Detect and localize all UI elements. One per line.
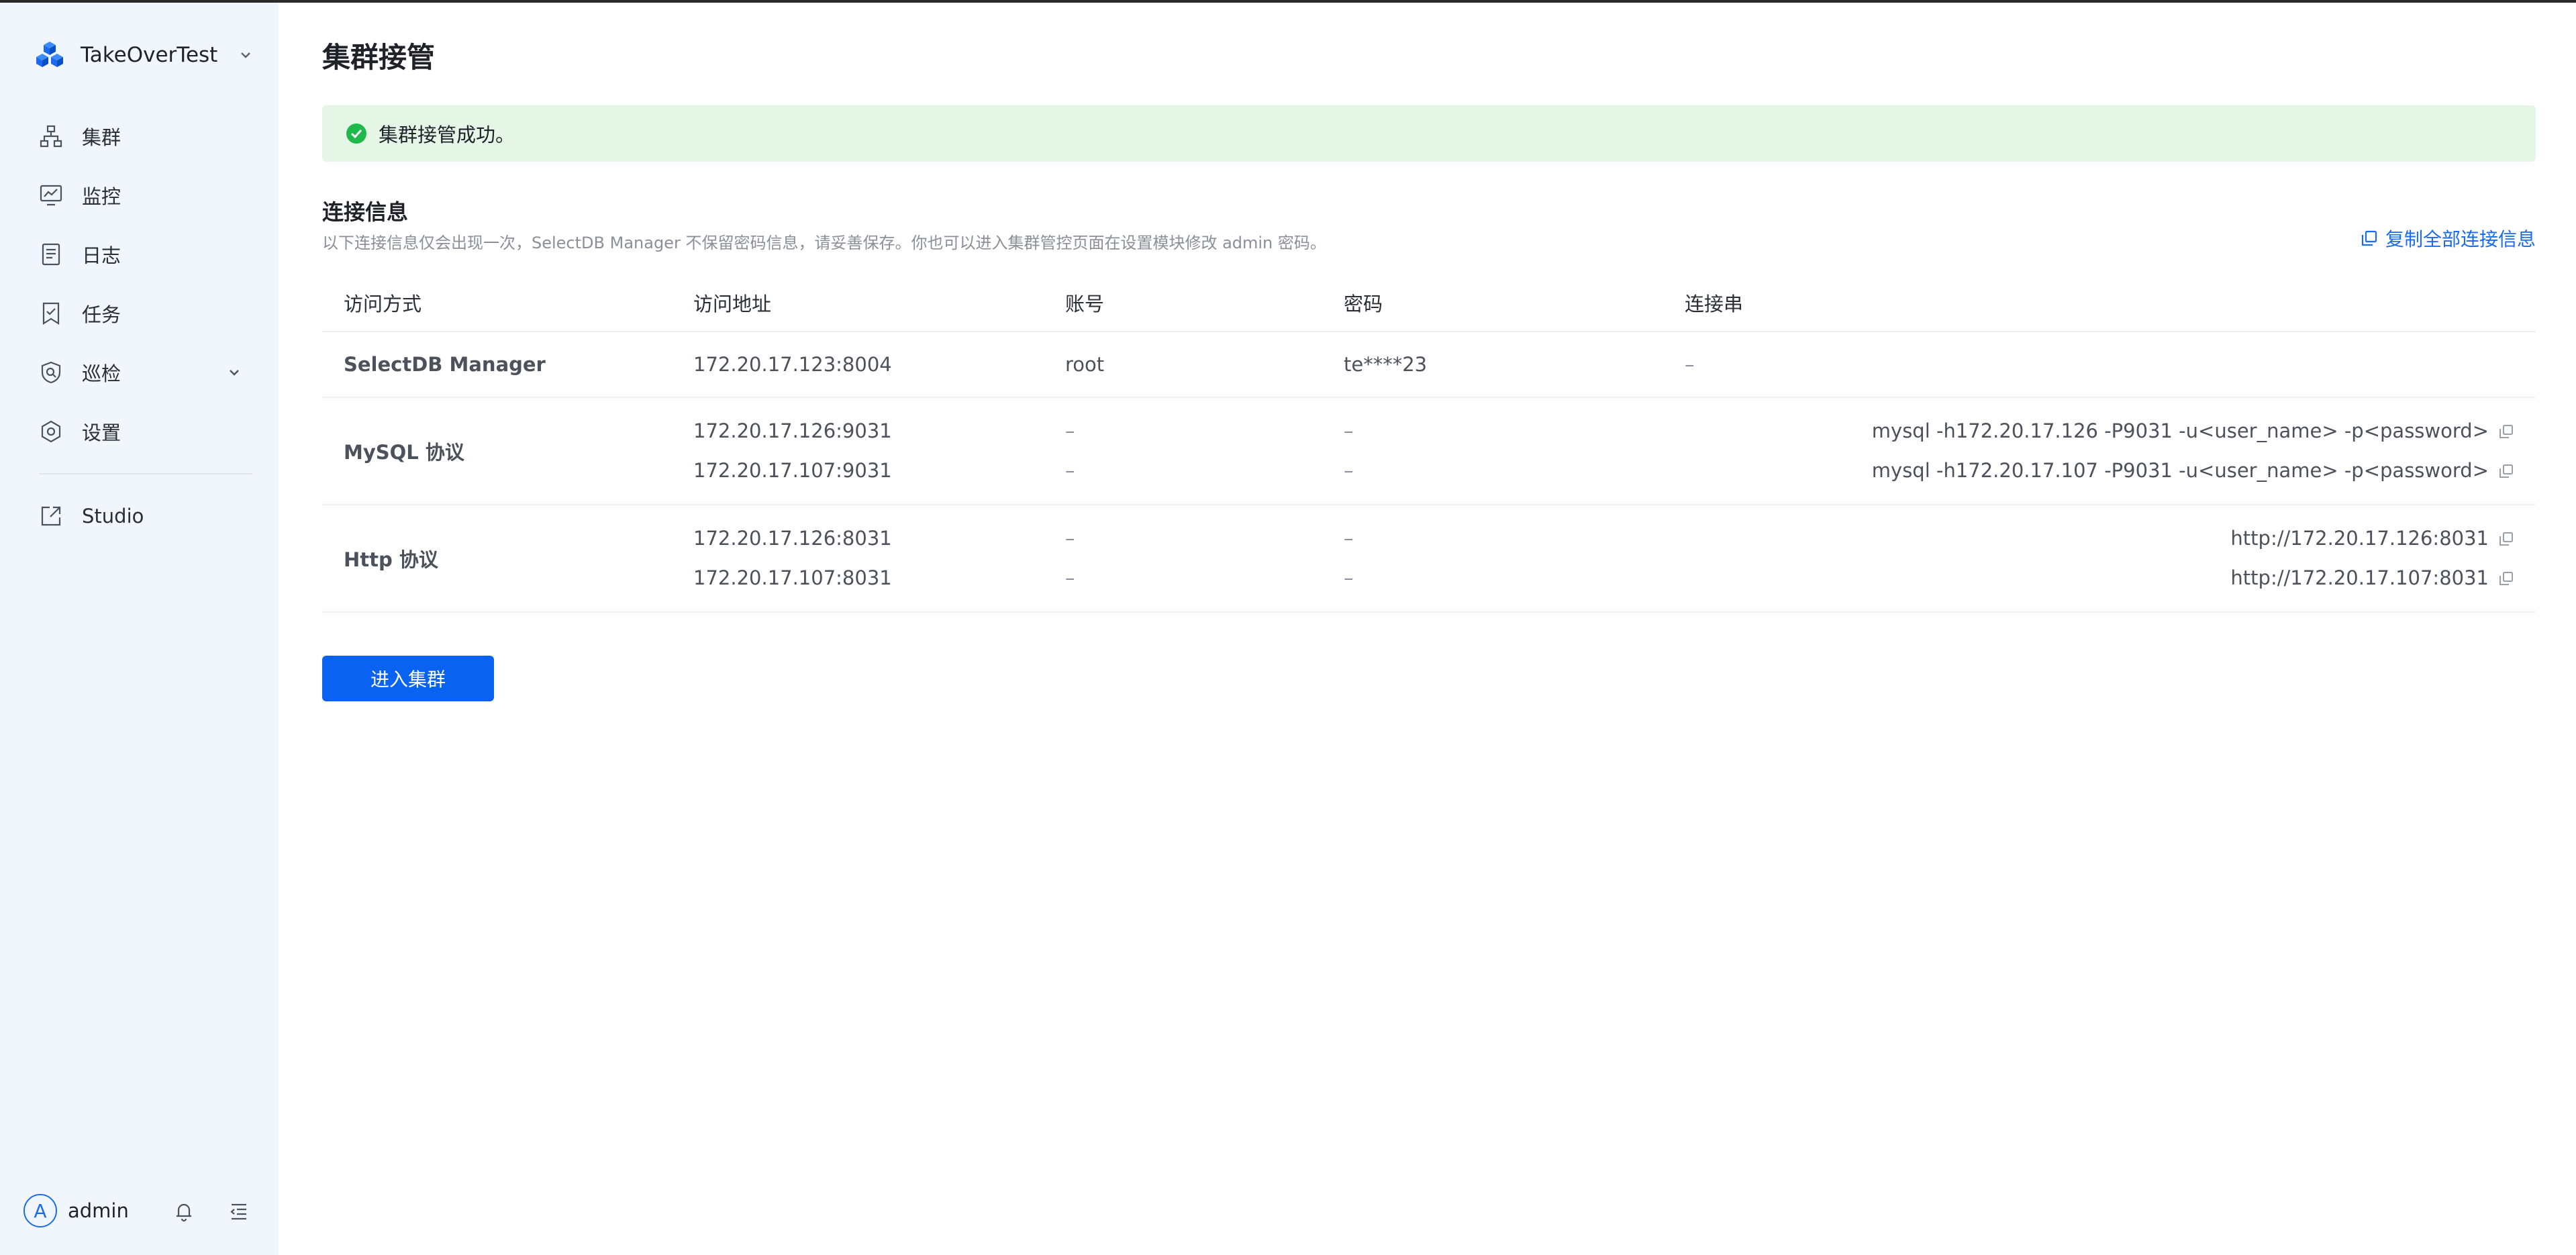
table-row: MySQL 协议 172.20.17.126:9031 172.20.17.10…	[322, 397, 2536, 505]
password: –	[1344, 527, 1354, 550]
copy-icon[interactable]	[2498, 463, 2514, 479]
sidebar: TakeOverTest 集群 监控 日志 任务 巡检 设置 Studio A …	[0, 3, 279, 1255]
copy-all-button[interactable]: 复制全部连接信息	[2360, 225, 2536, 252]
access-address: 172.20.17.107:8031	[693, 566, 892, 589]
connection-string: mysql -h172.20.17.126 -P9031 -u<user_nam…	[1871, 419, 2489, 442]
password: –	[1344, 459, 1354, 482]
access-method: Http 协议	[322, 505, 693, 613]
password: te****23	[1344, 332, 1685, 398]
sidebar-item-settings[interactable]: 设置	[0, 402, 279, 461]
table-row: Http 协议 172.20.17.126:8031 172.20.17.107…	[322, 505, 2536, 613]
connection-string: mysql -h172.20.17.107 -P9031 -u<user_nam…	[1871, 459, 2489, 482]
sidebar-item-task[interactable]: 任务	[0, 284, 279, 343]
sidebar-item-label: 任务	[82, 303, 121, 326]
user-bar: A admin	[23, 1192, 258, 1229]
sidebar-divider	[39, 473, 252, 474]
connection-string: http://172.20.17.126:8031	[2230, 527, 2489, 550]
gear-icon	[41, 420, 61, 443]
chevron-down-icon	[241, 52, 250, 58]
window-top-border	[0, 0, 2576, 3]
sidebar-item-cluster[interactable]: 集群	[0, 107, 279, 166]
sidebar-item-label: 巡检	[82, 362, 121, 385]
column-header: 连接串	[1685, 274, 2536, 332]
sidebar-item-label: 日志	[82, 244, 121, 267]
bell-icon[interactable]	[172, 1200, 195, 1223]
password: –	[1344, 419, 1354, 442]
sidebar-item-monitor[interactable]: 监控	[0, 166, 279, 225]
access-method: MySQL 协议	[322, 397, 693, 505]
sidebar-nav: 集群 监控 日志 任务 巡检 设置 Studio	[0, 107, 279, 546]
sidebar-item-inspection[interactable]: 巡检	[0, 343, 279, 402]
access-address: 172.20.17.126:9031	[693, 419, 892, 442]
sidebar-item-label: 设置	[82, 421, 121, 444]
connection-string: http://172.20.17.107:8031	[2230, 566, 2489, 589]
copy-icon	[2361, 230, 2377, 246]
connection-table: 访问方式 访问地址 账号 密码 连接串 SelectDB Manager 172…	[322, 274, 2536, 613]
log-icon	[42, 243, 60, 266]
inspection-icon	[41, 361, 61, 384]
monitor-icon	[40, 185, 62, 206]
enter-cluster-button[interactable]: 进入集群	[322, 656, 494, 701]
table-row: SelectDB Manager 172.20.17.123:8004 root…	[322, 332, 2536, 398]
column-header: 访问地址	[693, 274, 1065, 332]
success-alert: 集群接管成功。	[322, 105, 2536, 162]
page-title: 集群接管	[322, 41, 436, 74]
copy-icon[interactable]	[2498, 531, 2514, 547]
account: –	[1065, 566, 1075, 589]
copy-icon[interactable]	[2498, 570, 2514, 587]
sidebar-item-label: 监控	[82, 185, 121, 208]
account: –	[1065, 527, 1075, 550]
column-header: 密码	[1344, 274, 1685, 332]
cluster-icon	[40, 125, 62, 148]
check-circle-icon	[346, 123, 366, 144]
task-icon	[42, 302, 60, 325]
access-address: 172.20.17.107:9031	[693, 459, 892, 482]
column-header: 访问方式	[322, 274, 693, 332]
account: –	[1065, 459, 1075, 482]
copy-icon[interactable]	[2498, 423, 2514, 440]
avatar[interactable]: A	[23, 1194, 57, 1227]
external-link-icon	[41, 506, 61, 526]
account: root	[1065, 332, 1344, 398]
cubes-logo-icon	[36, 42, 63, 67]
access-method: SelectDB Manager	[322, 332, 693, 398]
section-title: 连接信息	[322, 199, 409, 225]
account: –	[1065, 419, 1075, 442]
section-description: 以下连接信息仅会出现一次，SelectDB Manager 不保留密码信息，请妥…	[322, 234, 1326, 252]
column-header: 账号	[1065, 274, 1344, 332]
cluster-name: TakeOverTest	[81, 43, 218, 67]
sidebar-item-log[interactable]: 日志	[0, 225, 279, 284]
user-name: admin	[68, 1199, 129, 1222]
cluster-switcher[interactable]: TakeOverTest	[34, 36, 255, 74]
sidebar-item-label: Studio	[82, 505, 144, 528]
access-address: 172.20.17.126:8031	[693, 527, 892, 550]
chevron-down-icon	[230, 370, 239, 376]
empty-dash: –	[1685, 353, 1695, 376]
table-header-row: 访问方式 访问地址 账号 密码 连接串	[322, 274, 2536, 332]
access-address: 172.20.17.123:8004	[693, 332, 1065, 398]
password: –	[1344, 566, 1354, 589]
collapse-menu-icon[interactable]	[228, 1200, 250, 1223]
connection-string: –	[1685, 332, 2536, 398]
sidebar-item-label: 集群	[82, 126, 121, 149]
alert-text: 集群接管成功。	[379, 123, 515, 146]
sidebar-item-studio[interactable]: Studio	[0, 487, 279, 546]
copy-all-label: 复制全部连接信息	[2385, 228, 2536, 250]
